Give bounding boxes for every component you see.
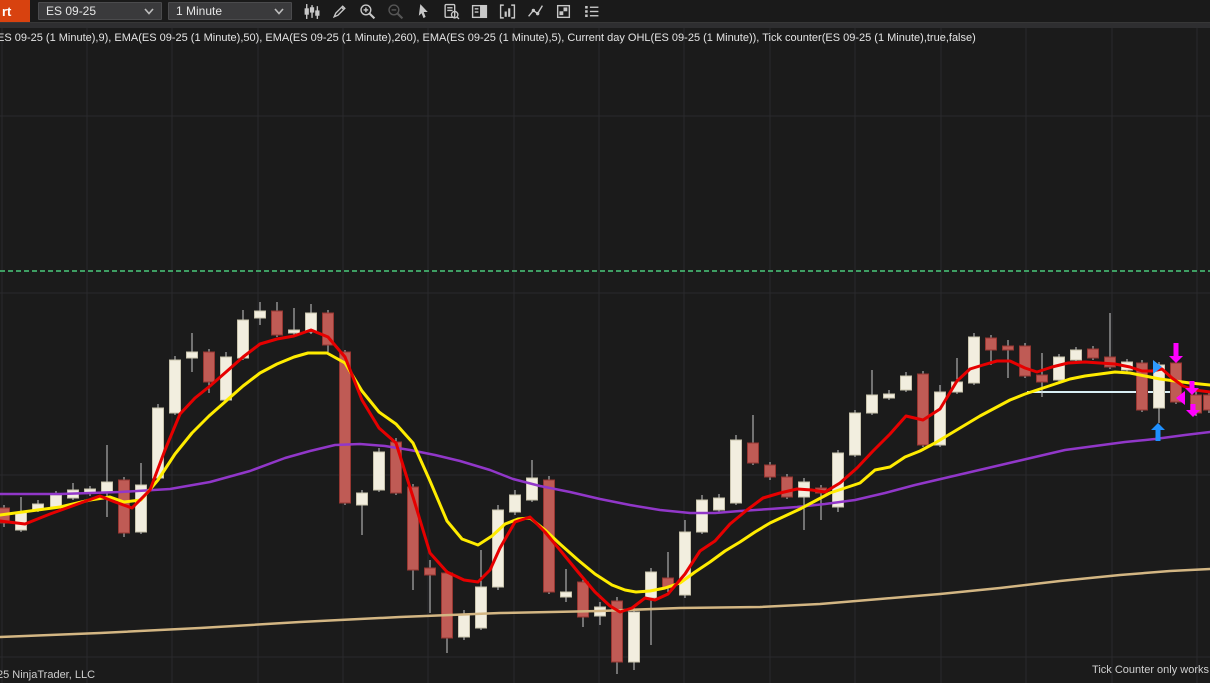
toolbar-icons: [301, 0, 601, 22]
zoom-out-icon[interactable]: [385, 1, 405, 21]
app-icon-label: rt: [2, 3, 12, 19]
indicator-label: ES 09-25 (1 Minute),9), EMA(ES 09-25 (1 …: [0, 32, 976, 44]
panel-icon[interactable]: [469, 1, 489, 21]
copyright-label: 25 NinjaTrader, LLC: [0, 669, 96, 681]
chart-style-icon[interactable]: [301, 1, 321, 21]
chevron-down-icon: [274, 4, 284, 18]
instrument-dropdown-value: ES 09-25: [46, 4, 97, 18]
interval-dropdown[interactable]: 1 Minute: [168, 2, 292, 20]
line-tool-icon[interactable]: [525, 1, 545, 21]
strategy-icon[interactable]: [553, 1, 573, 21]
chart-area[interactable]: ES 09-25 (1 Minute),9), EMA(ES 09-25 (1 …: [0, 28, 1210, 683]
cursor-icon[interactable]: [413, 1, 433, 21]
status-note: Tick Counter only works: [1092, 664, 1209, 676]
indicator-panel-icon[interactable]: [497, 1, 517, 21]
chevron-down-icon: [144, 4, 154, 18]
app-icon[interactable]: rt: [0, 0, 30, 22]
data-box-icon[interactable]: [441, 1, 461, 21]
candlestick-chart[interactable]: [0, 28, 1210, 683]
chart-toolbar: rt ES 09-25 1 Minute: [0, 0, 1210, 22]
draw-icon[interactable]: [329, 1, 349, 21]
ema-50-yellow: [0, 351, 1210, 594]
tick-counter-sell-arrow: [1169, 343, 1183, 363]
zoom-in-icon[interactable]: [357, 1, 377, 21]
instrument-dropdown[interactable]: ES 09-25: [38, 2, 162, 20]
interval-dropdown-value: 1 Minute: [176, 4, 223, 18]
list-icon[interactable]: [581, 1, 601, 21]
